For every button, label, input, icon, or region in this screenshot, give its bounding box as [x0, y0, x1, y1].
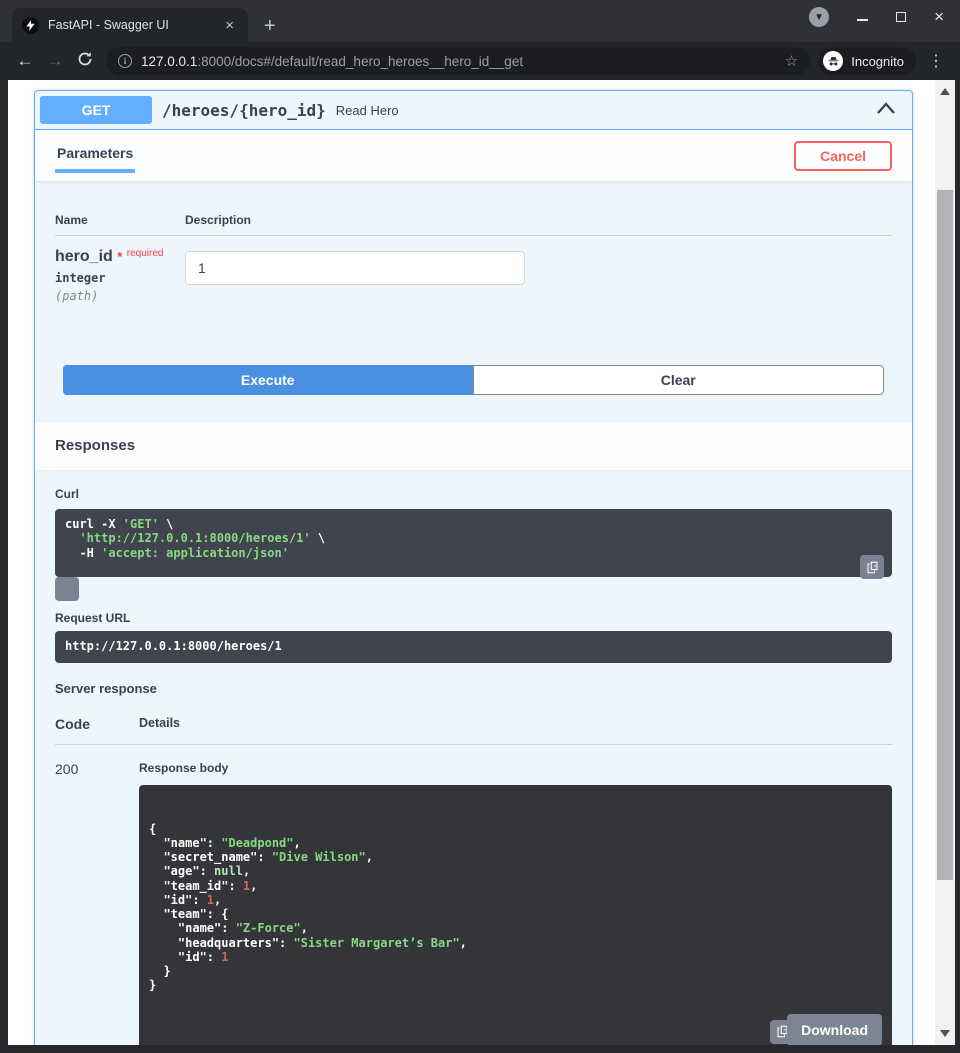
scroll-down-icon[interactable]: [940, 1030, 950, 1037]
parameters-header: Parameters Cancel: [35, 130, 912, 181]
request-url-block: http://127.0.0.1:8000/heroes/1: [55, 631, 892, 663]
curl-label: Curl: [55, 487, 892, 501]
endpoint-summary: Read Hero: [336, 103, 399, 118]
response-body-block: { "name": "Deadpond", "secret_name": "Di…: [139, 785, 892, 1045]
response-body-label: Response body: [139, 761, 892, 775]
back-icon[interactable]: ←: [10, 51, 40, 71]
responses-title: Responses: [55, 437, 135, 454]
parameter-row-hero-id: hero_id * required integer (path): [55, 236, 892, 303]
tab-title: FastAPI - Swagger UI: [48, 18, 221, 32]
parameters-table-head: Name Description: [55, 213, 892, 236]
bookmark-star-icon[interactable]: ☆: [777, 52, 798, 70]
address-bar[interactable]: i 127.0.0.1:8000/docs#/default/read_hero…: [106, 47, 810, 75]
minimize-button[interactable]: [857, 19, 868, 21]
required-label: required: [127, 248, 164, 259]
site-info-icon[interactable]: i: [118, 54, 132, 68]
details-column-header: Details: [139, 716, 180, 732]
close-window-button[interactable]: ×: [934, 12, 944, 22]
parameter-meta: hero_id * required integer (path): [55, 248, 185, 303]
reload-icon[interactable]: [70, 51, 100, 72]
browser-window: FastAPI - Swagger UI × + ▼ × ← → i 127.0…: [0, 0, 960, 1053]
cancel-button[interactable]: Cancel: [794, 141, 892, 171]
scrollbar-thumb[interactable]: [937, 190, 953, 880]
browser-menu-icon[interactable]: ⋮: [922, 51, 950, 71]
description-column-header: Description: [185, 213, 251, 227]
browser-tab[interactable]: FastAPI - Swagger UI ×: [12, 8, 248, 42]
url-text: 127.0.0.1:8000/docs#/default/read_hero_h…: [141, 54, 523, 69]
execute-button[interactable]: Execute: [63, 365, 473, 395]
tab-close-icon[interactable]: ×: [221, 17, 238, 34]
parameter-location: (path): [55, 289, 185, 303]
endpoint-path: /heroes/{hero_id}: [162, 101, 326, 120]
status-code: 200: [55, 761, 139, 1045]
incognito-badge: Incognito: [818, 47, 916, 75]
scroll-up-icon[interactable]: [940, 88, 950, 95]
responses-body: Curl curl -X 'GET' \ 'http://127.0.0.1:8…: [35, 471, 912, 1045]
browser-toolbar: ← → i 127.0.0.1:8000/docs#/default/read_…: [0, 42, 960, 80]
parameter-type: integer: [55, 271, 185, 285]
window-controls: ▼ ×: [809, 7, 960, 35]
opblock-summary[interactable]: GET /heroes/{hero_id} Read Hero: [35, 91, 912, 130]
url-host: 127.0.0.1: [141, 54, 197, 69]
request-url-label: Request URL: [55, 611, 892, 625]
server-response-label: Server response: [55, 681, 892, 696]
page-viewport: GET /heroes/{hero_id} Read Hero Paramete…: [8, 80, 955, 1045]
incognito-icon: [823, 51, 843, 71]
new-tab-button[interactable]: +: [264, 16, 276, 36]
swagger-page: GET /heroes/{hero_id} Read Hero Paramete…: [8, 80, 935, 1045]
method-badge: GET: [40, 96, 152, 124]
update-caret-icon[interactable]: ▼: [809, 7, 829, 27]
forward-icon[interactable]: →: [40, 51, 70, 71]
opblock-get-heroes: GET /heroes/{hero_id} Read Hero Paramete…: [34, 90, 913, 1045]
fastapi-favicon-icon: [22, 17, 39, 34]
copy-curl-button[interactable]: [860, 555, 884, 579]
curl-command-block: curl -X 'GET' \ 'http://127.0.0.1:8000/h…: [55, 509, 892, 577]
clear-button[interactable]: Clear: [473, 365, 885, 395]
execute-wrapper: Execute Clear: [63, 365, 884, 395]
response-row: 200 Response body { "name": "Deadpond", …: [55, 761, 892, 1045]
parameters-table: Name Description hero_id * required inte…: [35, 213, 912, 303]
download-button[interactable]: Download: [787, 1014, 882, 1045]
parameter-name: hero_id: [55, 248, 113, 265]
response-table-head: Code Details: [55, 716, 892, 745]
code-column-header: Code: [55, 716, 139, 732]
responses-section-header: Responses: [35, 421, 912, 471]
url-path: :8000/docs#/default/read_hero_heroes__he…: [197, 54, 523, 69]
required-star: *: [117, 249, 122, 264]
collapse-chevron-icon[interactable]: [875, 100, 897, 121]
tab-strip: FastAPI - Swagger UI × + ▼ ×: [0, 0, 960, 42]
tab-parameters: Parameters: [55, 139, 135, 173]
incognito-label: Incognito: [851, 54, 904, 69]
response-body-json: { "name": "Deadpond", "secret_name": "Di…: [149, 822, 882, 993]
maximize-button[interactable]: [896, 12, 906, 22]
page-scrollbar[interactable]: [935, 80, 955, 1045]
name-column-header: Name: [55, 213, 185, 227]
hero-id-input[interactable]: [185, 251, 525, 285]
